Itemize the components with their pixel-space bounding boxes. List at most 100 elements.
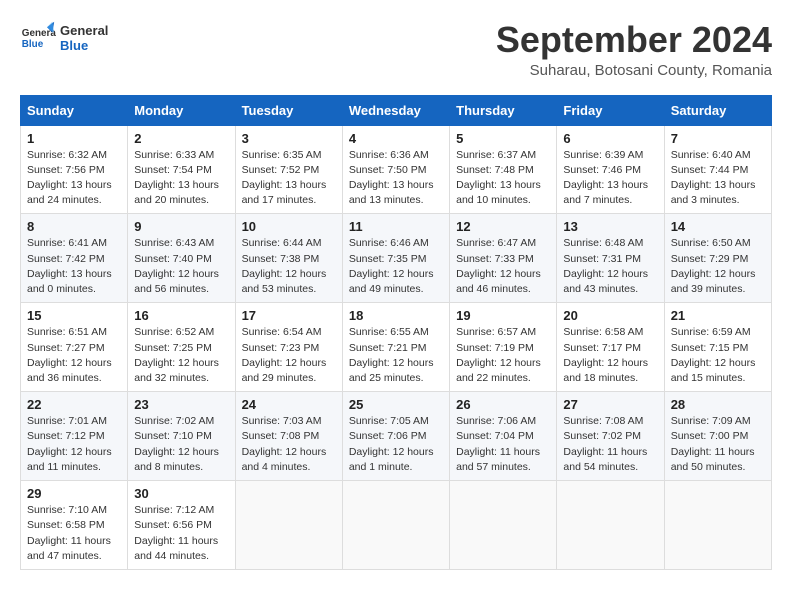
calendar-day-header: Wednesday — [342, 95, 449, 125]
day-number: 17 — [242, 308, 336, 323]
day-info: Sunrise: 6:54 AMSunset: 7:23 PMDaylight:… — [242, 325, 336, 386]
calendar-day-header: Sunday — [21, 95, 128, 125]
calendar-cell — [664, 481, 771, 570]
day-number: 9 — [134, 219, 228, 234]
calendar-cell — [342, 481, 449, 570]
day-number: 20 — [563, 308, 657, 323]
day-number: 12 — [456, 219, 550, 234]
day-info: Sunrise: 6:57 AMSunset: 7:19 PMDaylight:… — [456, 325, 550, 386]
day-info: Sunrise: 6:58 AMSunset: 7:17 PMDaylight:… — [563, 325, 657, 386]
day-number: 7 — [671, 131, 765, 146]
calendar-cell: 26 Sunrise: 7:06 AMSunset: 7:04 PMDayligh… — [450, 392, 557, 481]
svg-text:Blue: Blue — [22, 39, 44, 50]
calendar-day-header: Tuesday — [235, 95, 342, 125]
calendar-day-header: Thursday — [450, 95, 557, 125]
location-subtitle: Suharau, Botosani County, Romania — [496, 62, 772, 79]
day-number: 14 — [671, 219, 765, 234]
day-info: Sunrise: 6:55 AMSunset: 7:21 PMDaylight:… — [349, 325, 443, 386]
day-number: 26 — [456, 397, 550, 412]
calendar-day-header: Monday — [128, 95, 235, 125]
calendar-week-row: 8 Sunrise: 6:41 AMSunset: 7:42 PMDaylight… — [21, 214, 772, 303]
calendar-cell: 5Sunrise: 6:37 AMSunset: 7:48 PMDaylight… — [450, 125, 557, 214]
day-number: 2 — [134, 131, 228, 146]
calendar-cell: 12 Sunrise: 6:47 AMSunset: 7:33 PMDayligh… — [450, 214, 557, 303]
day-number: 29 — [27, 486, 121, 501]
day-number: 22 — [27, 397, 121, 412]
logo-blue-text: Blue — [60, 38, 108, 53]
day-info: Sunrise: 6:59 AMSunset: 7:15 PMDaylight:… — [671, 325, 765, 386]
day-info: Sunrise: 7:08 AMSunset: 7:02 PMDaylight:… — [563, 414, 657, 475]
logo: General Blue General Blue — [20, 20, 108, 56]
day-info: Sunrise: 6:50 AMSunset: 7:29 PMDaylight:… — [671, 236, 765, 297]
day-info: Sunrise: 6:33 AMSunset: 7:54 PMDaylight:… — [134, 148, 228, 209]
day-info: Sunrise: 6:46 AMSunset: 7:35 PMDaylight:… — [349, 236, 443, 297]
calendar-cell: 23Sunrise: 7:02 AMSunset: 7:10 PMDayligh… — [128, 392, 235, 481]
calendar-cell: 21 Sunrise: 6:59 AMSunset: 7:15 PMDayligh… — [664, 303, 771, 392]
day-info: Sunrise: 6:44 AMSunset: 7:38 PMDaylight:… — [242, 236, 336, 297]
day-number: 16 — [134, 308, 228, 323]
calendar-body: 1 Sunrise: 6:32 AMSunset: 7:56 PMDaylight… — [21, 125, 772, 569]
calendar-day-header: Friday — [557, 95, 664, 125]
day-info: Sunrise: 6:32 AMSunset: 7:56 PMDaylight:… — [27, 148, 121, 209]
day-number: 10 — [242, 219, 336, 234]
page-header: General Blue General Blue September 2024… — [20, 20, 772, 79]
calendar-cell: 3 Sunrise: 6:35 AMSunset: 7:52 PMDaylight… — [235, 125, 342, 214]
calendar-week-row: 1 Sunrise: 6:32 AMSunset: 7:56 PMDaylight… — [21, 125, 772, 214]
calendar-cell: 27 Sunrise: 7:08 AMSunset: 7:02 PMDayligh… — [557, 392, 664, 481]
day-info: Sunrise: 7:12 AMSunset: 6:56 PMDaylight:… — [134, 503, 228, 564]
calendar-cell: 1 Sunrise: 6:32 AMSunset: 7:56 PMDaylight… — [21, 125, 128, 214]
title-block: September 2024 Suharau, Botosani County,… — [496, 20, 772, 79]
calendar-cell: 2 Sunrise: 6:33 AMSunset: 7:54 PMDaylight… — [128, 125, 235, 214]
day-info: Sunrise: 7:03 AMSunset: 7:08 PMDaylight:… — [242, 414, 336, 475]
calendar-cell: 24 Sunrise: 7:03 AMSunset: 7:08 PMDayligh… — [235, 392, 342, 481]
calendar-cell: 16Sunrise: 6:52 AMSunset: 7:25 PMDayligh… — [128, 303, 235, 392]
day-info: Sunrise: 6:48 AMSunset: 7:31 PMDaylight:… — [563, 236, 657, 297]
calendar-cell: 9 Sunrise: 6:43 AMSunset: 7:40 PMDaylight… — [128, 214, 235, 303]
calendar-cell: 28Sunrise: 7:09 AMSunset: 7:00 PMDayligh… — [664, 392, 771, 481]
calendar-week-row: 22 Sunrise: 7:01 AMSunset: 7:12 PMDayligh… — [21, 392, 772, 481]
day-number: 27 — [563, 397, 657, 412]
calendar-header-row: SundayMondayTuesdayWednesdayThursdayFrid… — [21, 95, 772, 125]
day-info: Sunrise: 7:09 AMSunset: 7:00 PMDaylight:… — [671, 414, 765, 475]
calendar-cell: 25 Sunrise: 7:05 AMSunset: 7:06 PMDayligh… — [342, 392, 449, 481]
calendar-cell: 8 Sunrise: 6:41 AMSunset: 7:42 PMDaylight… — [21, 214, 128, 303]
calendar-cell: 13Sunrise: 6:48 AMSunset: 7:31 PMDayligh… — [557, 214, 664, 303]
day-info: Sunrise: 6:41 AMSunset: 7:42 PMDaylight:… — [27, 236, 121, 297]
day-number: 1 — [27, 131, 121, 146]
day-number: 25 — [349, 397, 443, 412]
calendar-cell: 11 Sunrise: 6:46 AMSunset: 7:35 PMDayligh… — [342, 214, 449, 303]
calendar-cell — [450, 481, 557, 570]
calendar-cell: 15 Sunrise: 6:51 AMSunset: 7:27 PMDayligh… — [21, 303, 128, 392]
calendar-cell: 18Sunrise: 6:55 AMSunset: 7:21 PMDayligh… — [342, 303, 449, 392]
day-info: Sunrise: 7:05 AMSunset: 7:06 PMDaylight:… — [349, 414, 443, 475]
day-info: Sunrise: 6:43 AMSunset: 7:40 PMDaylight:… — [134, 236, 228, 297]
logo-general-text: General — [60, 23, 108, 38]
calendar-cell: 4Sunrise: 6:36 AMSunset: 7:50 PMDaylight… — [342, 125, 449, 214]
calendar-cell: 10 Sunrise: 6:44 AMSunset: 7:38 PMDayligh… — [235, 214, 342, 303]
day-info: Sunrise: 7:10 AMSunset: 6:58 PMDaylight:… — [27, 503, 121, 564]
day-number: 6 — [563, 131, 657, 146]
day-info: Sunrise: 6:35 AMSunset: 7:52 PMDaylight:… — [242, 148, 336, 209]
calendar-cell: 20 Sunrise: 6:58 AMSunset: 7:17 PMDayligh… — [557, 303, 664, 392]
day-info: Sunrise: 7:01 AMSunset: 7:12 PMDaylight:… — [27, 414, 121, 475]
day-number: 8 — [27, 219, 121, 234]
calendar-cell: 22 Sunrise: 7:01 AMSunset: 7:12 PMDayligh… — [21, 392, 128, 481]
day-number: 15 — [27, 308, 121, 323]
calendar-cell — [557, 481, 664, 570]
day-info: Sunrise: 6:47 AMSunset: 7:33 PMDaylight:… — [456, 236, 550, 297]
day-number: 24 — [242, 397, 336, 412]
calendar-day-header: Saturday — [664, 95, 771, 125]
day-number: 19 — [456, 308, 550, 323]
day-info: Sunrise: 6:39 AMSunset: 7:46 PMDaylight:… — [563, 148, 657, 209]
day-number: 21 — [671, 308, 765, 323]
calendar-cell — [235, 481, 342, 570]
calendar-cell: 7Sunrise: 6:40 AMSunset: 7:44 PMDaylight… — [664, 125, 771, 214]
day-info: Sunrise: 7:06 AMSunset: 7:04 PMDaylight:… — [456, 414, 550, 475]
day-info: Sunrise: 6:36 AMSunset: 7:50 PMDaylight:… — [349, 148, 443, 209]
day-number: 11 — [349, 219, 443, 234]
month-title: September 2024 — [496, 20, 772, 60]
day-number: 3 — [242, 131, 336, 146]
calendar-cell: 14 Sunrise: 6:50 AMSunset: 7:29 PMDayligh… — [664, 214, 771, 303]
calendar-cell: 29 Sunrise: 7:10 AMSunset: 6:58 PMDayligh… — [21, 481, 128, 570]
day-info: Sunrise: 6:51 AMSunset: 7:27 PMDaylight:… — [27, 325, 121, 386]
